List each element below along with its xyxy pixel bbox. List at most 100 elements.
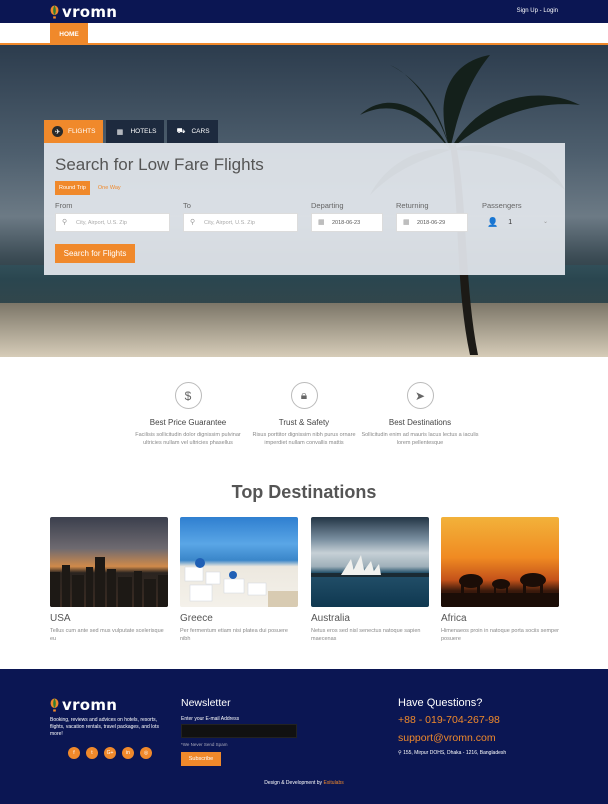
to-input[interactable]: ⚲ City, Airport, U.S. Zip — [183, 213, 298, 232]
departing-label: Departing — [311, 201, 344, 210]
search-title: Search for Low Fare Flights — [55, 155, 264, 174]
lock-icon: 🔒︎ — [290, 382, 318, 409]
tab-cars-label: CARS — [191, 128, 210, 135]
logo[interactable]: vromn — [50, 3, 117, 21]
footer-about-text: Booking, reviews and advices on hotels, … — [50, 717, 159, 737]
to-placeholder: City, Airport, U.S. Zip — [204, 219, 255, 226]
hero-beach — [0, 303, 608, 357]
social-links: f t G+ in ◎ — [68, 747, 152, 759]
credit-prefix: Design & Development by — [264, 780, 324, 786]
main-nav: HOME — [0, 23, 608, 45]
calendar-icon: ▦ — [403, 218, 410, 226]
returning-date-input[interactable]: ▦ 2018-06-29 — [396, 213, 468, 232]
tab-cars[interactable]: ⛟ CARS — [167, 120, 218, 143]
contact-email[interactable]: support@vromn.com — [398, 732, 496, 744]
city-skyline — [50, 557, 168, 607]
destination-name[interactable]: Greece — [180, 613, 298, 624]
opera-house-scene — [311, 555, 429, 577]
destination-name[interactable]: USA — [50, 613, 168, 624]
footer-credit: Design & Development by Exitulabs — [0, 780, 608, 786]
balloon-logo-icon — [50, 698, 59, 712]
newsletter-email-label: Enter your E-mail Address — [181, 716, 240, 722]
features-row: $ Best Price Guarantee Facilisis sollici… — [130, 382, 480, 462]
map-pin-icon: ⚲ — [190, 218, 196, 226]
contact-phone[interactable]: +88 - 019-704-267-98 — [398, 714, 500, 726]
destination-image-greece[interactable] — [180, 517, 298, 607]
destination-name[interactable]: Australia — [311, 613, 429, 624]
trip-type-toggle: Round Trip One Way — [55, 181, 125, 195]
destination-text: Himenaeos proin in natoque porta sociis … — [441, 628, 560, 642]
passengers-label: Passengers — [482, 201, 522, 210]
destination-card-africa[interactable]: Africa Himenaeos proin in natoque porta … — [441, 517, 559, 643]
from-label: From — [55, 201, 73, 210]
credit-brand-link[interactable]: Exitulabs — [323, 780, 343, 786]
returning-date-value: 2018-06-29 — [417, 219, 446, 226]
facebook-icon[interactable]: f — [68, 747, 80, 759]
destination-name[interactable]: Africa — [441, 613, 559, 624]
feature-text: Facilisis sollicitudin dolor dignissim p… — [135, 432, 241, 446]
departing-date-input[interactable]: ▦ 2018-06-23 — [311, 213, 383, 232]
footer-logo-text: vromn — [62, 696, 118, 714]
feature-title: Trust & Safety — [278, 418, 330, 427]
balloon-logo-icon — [50, 5, 59, 19]
calendar-icon: ▦ — [318, 218, 325, 226]
top-destinations-heading: Top Destinations — [231, 482, 377, 502]
destination-text: Tellus cum ante sed mus vulputate sceler… — [50, 628, 164, 642]
passengers-select[interactable]: 👤 1 ⌄ — [482, 213, 552, 232]
plane-icon: ✈ — [52, 126, 63, 137]
newsletter-email-input[interactable] — [181, 724, 297, 738]
destination-card-australia[interactable]: Australia Netus eros sed nisl senectus n… — [311, 517, 429, 643]
destination-image-australia[interactable] — [311, 517, 429, 607]
signup-link[interactable]: Sign Up — [517, 8, 538, 14]
passengers-value: 1 — [508, 219, 513, 226]
newsletter-spam-note: *We Never Send Spam — [181, 742, 228, 747]
dollar-icon: $ — [174, 382, 202, 409]
login-link[interactable]: Login — [543, 8, 558, 14]
search-tabs: ✈ FLIGHTS ▦ HOTELS ⛟ CARS — [44, 120, 218, 143]
car-icon: ⛟ — [176, 128, 186, 135]
to-label: To — [183, 201, 191, 210]
feature-text: Sollicitudin enim ad mauris lacus lectus… — [361, 432, 479, 446]
footer-logo[interactable]: vromn — [50, 696, 117, 714]
feature-title: Best Price Guarantee — [149, 418, 227, 427]
chevron-down-icon: ⌄ — [542, 219, 548, 225]
feature-title: Best Destinations — [388, 418, 452, 427]
footer: vromn Booking, reviews and advices on ho… — [0, 669, 608, 804]
one-way-button[interactable]: One Way — [94, 181, 125, 195]
dribbble-icon[interactable]: ◎ — [140, 747, 152, 759]
search-flights-button[interactable]: Search for Flights — [55, 244, 135, 263]
from-placeholder: City, Airport, U.S. Zip — [76, 219, 127, 226]
village-scene — [184, 558, 298, 607]
destination-text: Netus eros sed nisl senectus natoque sap… — [311, 628, 421, 642]
destination-card-usa[interactable]: USA Tellus cum ante sed mus vulputate sc… — [50, 517, 168, 643]
twitter-icon[interactable]: t — [86, 747, 98, 759]
feature-best-price: $ Best Price Guarantee Facilisis sollici… — [128, 382, 248, 447]
newsletter-title: Newsletter — [181, 697, 231, 709]
building-icon: ▦ — [116, 128, 124, 136]
returning-label: Returning — [396, 201, 429, 210]
round-trip-button[interactable]: Round Trip — [55, 181, 90, 195]
google-plus-icon[interactable]: G+ — [104, 747, 116, 759]
flight-search-panel: Search for Low Fare Flights Round Trip O… — [44, 143, 565, 275]
linkedin-icon[interactable]: in — [122, 747, 134, 759]
tab-flights[interactable]: ✈ FLIGHTS — [44, 120, 104, 143]
destination-card-greece[interactable]: Greece Per fermentum etiam nisi platea d… — [180, 517, 298, 643]
elephants-silhouette — [441, 573, 559, 607]
from-input[interactable]: ⚲ City, Airport, U.S. Zip — [55, 213, 170, 232]
contact-address: ⚲ 155, Mirpur DOHS, Dhaka - 1216, Bangla… — [398, 750, 506, 756]
tab-flights-label: FLIGHTS — [68, 128, 96, 135]
tab-hotels-label: HOTELS — [130, 128, 157, 135]
destination-image-usa[interactable] — [50, 517, 168, 607]
destination-image-africa[interactable] — [441, 517, 559, 607]
departing-date-value: 2018-06-23 — [332, 219, 361, 226]
hero-banner: ✈ FLIGHTS ▦ HOTELS ⛟ CARS Search for Low… — [0, 45, 608, 357]
subscribe-button[interactable]: Subscribe — [181, 752, 221, 766]
feature-trust-safety: 🔒︎ Trust & Safety Risus porttitor dignis… — [244, 382, 364, 447]
tab-hotels[interactable]: ▦ HOTELS — [106, 120, 165, 143]
top-bar: vromn Sign Up - Login — [0, 0, 608, 23]
auth-links: Sign Up - Login — [517, 8, 558, 14]
feature-best-destinations: ➤ Best Destinations Sollicitudin enim ad… — [360, 382, 480, 447]
nav-home[interactable]: HOME — [50, 23, 88, 45]
paper-plane-icon: ➤ — [406, 382, 434, 409]
destination-text: Per fermentum etiam nisi platea dui posu… — [180, 628, 288, 642]
